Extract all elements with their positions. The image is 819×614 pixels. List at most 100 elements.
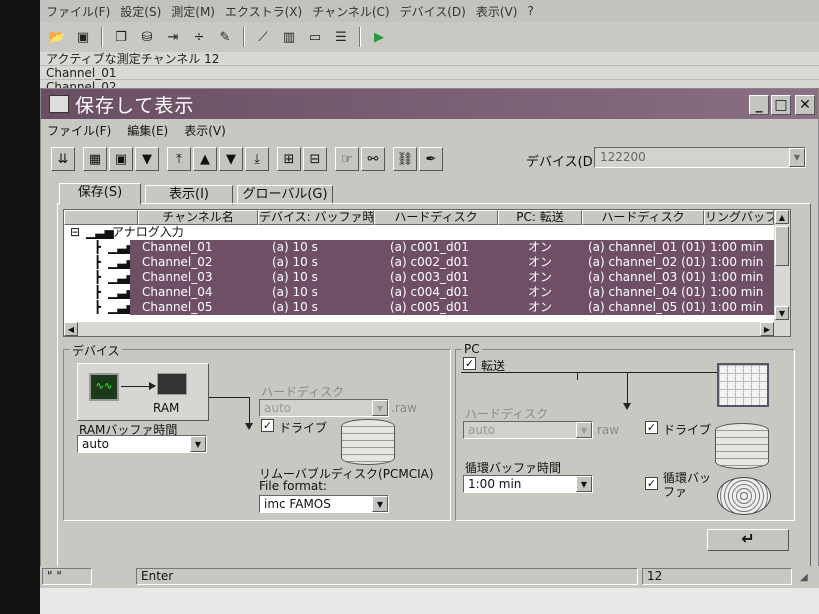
table-horizontal-scrollbar[interactable]: ◀ ▶ bbox=[64, 322, 790, 336]
document-edit-icon[interactable]: ☰ bbox=[330, 27, 352, 47]
cell-hd: (a) c005_d01 bbox=[390, 300, 469, 314]
pipette-icon[interactable]: ✒ bbox=[419, 147, 443, 171]
column-header-ring-buffer[interactable]: リングバッファ bbox=[704, 210, 774, 225]
close-button[interactable]: ✕ bbox=[795, 95, 815, 115]
chevron-down-icon[interactable]: ▼ bbox=[576, 422, 592, 438]
bar-chart-icon[interactable]: ▥ bbox=[278, 27, 300, 47]
pc-transfer-checkbox[interactable]: ✓ bbox=[463, 357, 476, 370]
move-down-icon[interactable]: ▼ bbox=[219, 147, 243, 171]
open-folder-icon[interactable]: 📂 bbox=[46, 27, 68, 47]
chevron-down-icon[interactable]: ▼ bbox=[372, 400, 388, 416]
device-drive-checkbox[interactable]: ✓ bbox=[261, 419, 274, 432]
cell-pc: オン bbox=[528, 285, 553, 299]
tab-global[interactable]: グローバル(G) bbox=[237, 185, 333, 205]
cell-ring: 1:00 min bbox=[710, 300, 764, 314]
scroll-left-icon[interactable]: ◀ bbox=[64, 322, 78, 336]
column-header-pc-transfer[interactable]: PC: 転送 bbox=[498, 210, 582, 225]
device-group-title: デバイス bbox=[70, 342, 122, 359]
column-header-device-buffer[interactable]: デバイス: バッファ時間 bbox=[258, 210, 374, 225]
pc-hd-ext: raw bbox=[597, 423, 620, 437]
cell-ring: 1:00 min bbox=[710, 270, 764, 284]
dialog-menu-file[interactable]: ファイル(F) bbox=[47, 122, 111, 139]
table-icon[interactable]: ▦ bbox=[83, 147, 107, 171]
main-list-item[interactable]: Channel_01 bbox=[40, 66, 819, 80]
chevron-down-icon[interactable]: ▼ bbox=[372, 496, 388, 512]
chevron-down-icon[interactable]: ▼ bbox=[190, 436, 206, 452]
expand-icon[interactable]: ⇊ bbox=[51, 147, 75, 171]
chevron-down-icon[interactable]: ▼ bbox=[789, 148, 805, 167]
display-icon[interactable]: ▭ bbox=[304, 27, 326, 47]
device-label: デバイス(D): bbox=[526, 155, 603, 170]
table-row[interactable]: ┣ ▁▃▅ Channel_05 (a) 10 s (a) c005_d01 オ… bbox=[64, 300, 776, 315]
clipboard-icon[interactable]: ✎ bbox=[214, 27, 236, 47]
pointer-icon[interactable]: ☞ bbox=[335, 147, 359, 171]
table-row[interactable]: ┣ ▁▃▅ Channel_03 (a) 10 s (a) c003_d01 オ… bbox=[64, 270, 776, 285]
device-hd-select[interactable]: auto ▼ bbox=[259, 399, 389, 417]
dialog-menu-view[interactable]: 表示(V) bbox=[184, 122, 226, 139]
main-menu-device[interactable]: デバイス(D) bbox=[400, 3, 466, 20]
split-icon[interactable]: ÷ bbox=[188, 27, 210, 47]
monitor-icon[interactable]: ▣ bbox=[109, 147, 133, 171]
move-top-icon[interactable]: ⤒ bbox=[167, 147, 191, 171]
step-forward-icon[interactable]: ⇥ bbox=[162, 27, 184, 47]
storage-drum-icon[interactable]: ⛁ bbox=[136, 27, 158, 47]
cell-buffer: (a) 10 s bbox=[272, 255, 318, 269]
move-up-icon[interactable]: ▲ bbox=[193, 147, 217, 171]
main-menu-extra[interactable]: エクストラ(X) bbox=[225, 3, 302, 20]
column-header-hard-disk-2[interactable]: ハードディスク bbox=[582, 210, 704, 225]
link-icon[interactable]: ⛓ bbox=[393, 147, 417, 171]
pc-disk-drive-icon bbox=[715, 423, 769, 469]
minimize-button[interactable]: _ bbox=[749, 95, 769, 115]
file-format-select[interactable]: imc FAMOS ▼ bbox=[259, 495, 389, 513]
tab-save[interactable]: 保存(S) bbox=[59, 183, 141, 205]
table-row[interactable]: ┣ ▁▃▅ Channel_01 (a) 10 s (a) c001_d01 オ… bbox=[64, 240, 776, 255]
tab-display[interactable]: 表示(I) bbox=[145, 185, 233, 205]
ram-buffer-select[interactable]: auto ▼ bbox=[77, 435, 207, 453]
pc-chart-display-icon bbox=[717, 363, 769, 407]
device-drive-label: ドライブ bbox=[279, 421, 328, 435]
dialog-menu-edit[interactable]: 編集(E) bbox=[127, 122, 168, 139]
file-format-label: File format: bbox=[259, 479, 327, 493]
flow-arrow-icon bbox=[623, 403, 631, 410]
copy-icon[interactable]: ❐ bbox=[110, 27, 132, 47]
dialog-title-bar[interactable]: 保存して表示 _ □ ✕ bbox=[41, 89, 818, 119]
binoculars-icon[interactable]: ⚯ bbox=[361, 147, 385, 171]
save-disk-icon[interactable]: ▣ bbox=[72, 27, 94, 47]
cyclic-buffer-checkbox[interactable]: ✓ bbox=[645, 477, 658, 490]
scroll-right-icon[interactable]: ▶ bbox=[760, 322, 774, 336]
resize-grip-icon[interactable]: ◢ bbox=[800, 572, 808, 583]
pc-drive-checkbox[interactable]: ✓ bbox=[645, 421, 658, 434]
column-header-hard-disk[interactable]: ハードディスク bbox=[374, 210, 498, 225]
move-bottom-icon[interactable]: ⤓ bbox=[245, 147, 269, 171]
main-menu-file[interactable]: ファイル(F) bbox=[46, 3, 110, 20]
add-column-icon[interactable]: ⊞ bbox=[277, 147, 301, 171]
remove-column-icon[interactable]: ⊟ bbox=[303, 147, 327, 171]
table-vertical-scrollbar[interactable]: ▲ ▼ bbox=[774, 210, 790, 322]
start-play-icon[interactable]: ▶ bbox=[368, 27, 390, 47]
table-group-row[interactable]: ⊟ ▁▃▅ アナログ入力 bbox=[64, 225, 776, 240]
main-menu-help[interactable]: ? bbox=[527, 4, 533, 18]
device-select[interactable]: 122200 ▼ bbox=[594, 147, 806, 168]
collapse-icon[interactable]: ⊟ bbox=[70, 225, 80, 240]
scroll-thumb[interactable] bbox=[775, 226, 789, 266]
pc-hd-select[interactable]: auto ▼ bbox=[463, 421, 593, 439]
main-menu-measure[interactable]: 測定(M) bbox=[171, 3, 215, 20]
toolbar-separator bbox=[243, 27, 245, 47]
main-channel-list: アクティブな測定チャンネル 12 Channel_01 Channel_02 bbox=[40, 52, 819, 94]
column-header-channel-name[interactable]: チャンネル名 bbox=[138, 210, 258, 225]
filter-icon[interactable]: ▼ bbox=[135, 147, 159, 171]
scroll-up-icon[interactable]: ▲ bbox=[775, 210, 789, 224]
enter-button[interactable]: ↵ bbox=[707, 529, 789, 551]
scroll-down-icon[interactable]: ▼ bbox=[775, 306, 789, 320]
table-row[interactable]: ┣ ▁▃▅ Channel_02 (a) 10 s (a) c002_d01 オ… bbox=[64, 255, 776, 270]
table-row[interactable]: ┣ ▁▃▅ Channel_04 (a) 10 s (a) c004_d01 オ… bbox=[64, 285, 776, 300]
main-menu-view[interactable]: 表示(V) bbox=[476, 3, 518, 20]
cyclic-buffer-select[interactable]: 1:00 min ▼ bbox=[463, 475, 593, 493]
cell-name: Channel_03 bbox=[142, 270, 213, 284]
main-menu-channel[interactable]: チャンネル(C) bbox=[312, 3, 389, 20]
maximize-button[interactable]: □ bbox=[771, 95, 791, 115]
main-menu-settings[interactable]: 設定(S) bbox=[120, 3, 161, 20]
pc-group-title: PC bbox=[462, 342, 482, 356]
line-chart-icon[interactable]: ⟋ bbox=[252, 27, 274, 47]
chevron-down-icon[interactable]: ▼ bbox=[576, 476, 592, 492]
